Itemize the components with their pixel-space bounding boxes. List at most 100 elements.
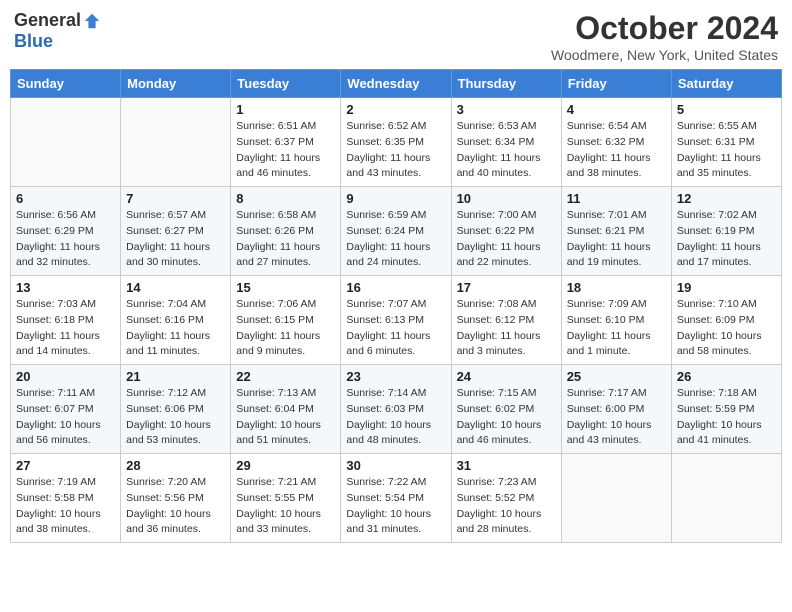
calendar-cell: 19Sunrise: 7:10 AM Sunset: 6:09 PM Dayli… xyxy=(671,276,781,365)
day-number: 14 xyxy=(126,280,225,295)
calendar-cell xyxy=(11,98,121,187)
calendar-cell: 12 Sunrise: 7:02 AM Sunset: 6:19 PM Dayli… xyxy=(671,187,781,276)
day-detail: Sunrise: 6:53 AM Sunset: 6:34 PM Dayligh… xyxy=(457,119,556,182)
day-number: 6 xyxy=(16,191,115,206)
calendar-week-row: 6Sunrise: 6:56 AM Sunset: 6:29 PM Daylig… xyxy=(11,187,782,276)
day-number: 10 xyxy=(457,191,556,206)
day-detail: Sunrise: 7:22 AM Sunset: 5:54 PM Dayligh… xyxy=(346,475,445,538)
calendar-week-row: 13 Sunrise: 7:03 AM Sunset: 6:18 PM Dayli… xyxy=(11,276,782,365)
day-of-week-header: Thursday xyxy=(451,70,561,98)
day-number: 20 xyxy=(16,369,115,384)
day-detail: Sunrise: 6:51 AM Sunset: 6:37 PM Dayligh… xyxy=(236,119,335,182)
calendar-cell: 27Sunrise: 7:19 AM Sunset: 5:58 PM Dayli… xyxy=(11,454,121,543)
day-detail: Sunrise: 7:03 AM Sunset: 6:18 PM Dayligh… xyxy=(16,297,115,360)
day-of-week-header: Friday xyxy=(561,70,671,98)
calendar-week-row: 1 Sunrise: 6:51 AM Sunset: 6:37 PM Daylig… xyxy=(11,98,782,187)
day-of-week-header: Wednesday xyxy=(341,70,451,98)
calendar-cell: 13 Sunrise: 7:03 AM Sunset: 6:18 PM Dayli… xyxy=(11,276,121,365)
logo-blue-text: Blue xyxy=(14,31,53,52)
calendar-cell: 5 Sunrise: 6:55 AM Sunset: 6:31 PM Daylig… xyxy=(671,98,781,187)
calendar-cell xyxy=(561,454,671,543)
day-of-week-header: Saturday xyxy=(671,70,781,98)
day-number: 11 xyxy=(567,191,666,206)
calendar-cell: 15 Sunrise: 7:06 AM Sunset: 6:15 PM Dayli… xyxy=(231,276,341,365)
day-detail: Sunrise: 7:11 AM Sunset: 6:07 PM Dayligh… xyxy=(16,386,115,449)
day-detail: Sunrise: 7:06 AM Sunset: 6:15 PM Dayligh… xyxy=(236,297,335,360)
calendar-cell: 7 Sunrise: 6:57 AM Sunset: 6:27 PM Daylig… xyxy=(121,187,231,276)
day-detail: Sunrise: 7:01 AM Sunset: 6:21 PM Dayligh… xyxy=(567,208,666,271)
calendar-cell: 3 Sunrise: 6:53 AM Sunset: 6:34 PM Daylig… xyxy=(451,98,561,187)
day-number: 22 xyxy=(236,369,335,384)
calendar-cell xyxy=(121,98,231,187)
calendar-cell: 29 Sunrise: 7:21 AM Sunset: 5:55 PM Dayli… xyxy=(231,454,341,543)
day-number: 30 xyxy=(346,458,445,473)
calendar-cell: 17Sunrise: 7:08 AM Sunset: 6:12 PM Dayli… xyxy=(451,276,561,365)
day-of-week-header: Monday xyxy=(121,70,231,98)
day-detail: Sunrise: 7:09 AM Sunset: 6:10 PM Dayligh… xyxy=(567,297,666,360)
calendar-cell: 22 Sunrise: 7:13 AM Sunset: 6:04 PM Dayli… xyxy=(231,365,341,454)
calendar-cell: 30 Sunrise: 7:22 AM Sunset: 5:54 PM Dayli… xyxy=(341,454,451,543)
day-detail: Sunrise: 7:17 AM Sunset: 6:00 PM Dayligh… xyxy=(567,386,666,449)
day-detail: Sunrise: 6:52 AM Sunset: 6:35 PM Dayligh… xyxy=(346,119,445,182)
calendar-cell: 26 Sunrise: 7:18 AM Sunset: 5:59 PM Dayli… xyxy=(671,365,781,454)
calendar-cell: 18Sunrise: 7:09 AM Sunset: 6:10 PM Dayli… xyxy=(561,276,671,365)
calendar-cell: 20 Sunrise: 7:11 AM Sunset: 6:07 PM Dayli… xyxy=(11,365,121,454)
calendar-cell: 9Sunrise: 6:59 AM Sunset: 6:24 PM Daylig… xyxy=(341,187,451,276)
calendar-cell: 4 Sunrise: 6:54 AM Sunset: 6:32 PM Daylig… xyxy=(561,98,671,187)
day-of-week-header: Tuesday xyxy=(231,70,341,98)
day-detail: Sunrise: 7:12 AM Sunset: 6:06 PM Dayligh… xyxy=(126,386,225,449)
day-number: 29 xyxy=(236,458,335,473)
day-number: 12 xyxy=(677,191,776,206)
day-detail: Sunrise: 6:54 AM Sunset: 6:32 PM Dayligh… xyxy=(567,119,666,182)
calendar-header-row: SundayMondayTuesdayWednesdayThursdayFrid… xyxy=(11,70,782,98)
day-detail: Sunrise: 7:02 AM Sunset: 6:19 PM Dayligh… xyxy=(677,208,776,271)
day-detail: Sunrise: 6:55 AM Sunset: 6:31 PM Dayligh… xyxy=(677,119,776,182)
logo-general-text: General xyxy=(14,10,81,31)
day-number: 4 xyxy=(567,102,666,117)
calendar-cell: 23Sunrise: 7:14 AM Sunset: 6:03 PM Dayli… xyxy=(341,365,451,454)
calendar-cell: 25 Sunrise: 7:17 AM Sunset: 6:00 PM Dayli… xyxy=(561,365,671,454)
day-number: 28 xyxy=(126,458,225,473)
day-detail: Sunrise: 7:07 AM Sunset: 6:13 PM Dayligh… xyxy=(346,297,445,360)
calendar-cell: 11 Sunrise: 7:01 AM Sunset: 6:21 PM Dayli… xyxy=(561,187,671,276)
day-detail: Sunrise: 6:58 AM Sunset: 6:26 PM Dayligh… xyxy=(236,208,335,271)
calendar-week-row: 20 Sunrise: 7:11 AM Sunset: 6:07 PM Dayli… xyxy=(11,365,782,454)
calendar-cell: 21 Sunrise: 7:12 AM Sunset: 6:06 PM Dayli… xyxy=(121,365,231,454)
day-detail: Sunrise: 7:18 AM Sunset: 5:59 PM Dayligh… xyxy=(677,386,776,449)
calendar-cell: 14 Sunrise: 7:04 AM Sunset: 6:16 PM Dayli… xyxy=(121,276,231,365)
day-detail: Sunrise: 7:20 AM Sunset: 5:56 PM Dayligh… xyxy=(126,475,225,538)
calendar-cell: 2 Sunrise: 6:52 AM Sunset: 6:35 PM Daylig… xyxy=(341,98,451,187)
calendar-cell: 6Sunrise: 6:56 AM Sunset: 6:29 PM Daylig… xyxy=(11,187,121,276)
day-number: 27 xyxy=(16,458,115,473)
calendar-cell: 1 Sunrise: 6:51 AM Sunset: 6:37 PM Daylig… xyxy=(231,98,341,187)
location: Woodmere, New York, United States xyxy=(551,47,778,63)
day-number: 2 xyxy=(346,102,445,117)
day-number: 26 xyxy=(677,369,776,384)
calendar-cell: 10 Sunrise: 7:00 AM Sunset: 6:22 PM Dayli… xyxy=(451,187,561,276)
day-number: 17 xyxy=(457,280,556,295)
calendar-cell: 16Sunrise: 7:07 AM Sunset: 6:13 PM Dayli… xyxy=(341,276,451,365)
day-number: 13 xyxy=(16,280,115,295)
day-detail: Sunrise: 7:00 AM Sunset: 6:22 PM Dayligh… xyxy=(457,208,556,271)
day-detail: Sunrise: 6:57 AM Sunset: 6:27 PM Dayligh… xyxy=(126,208,225,271)
month-title: October 2024 xyxy=(551,10,778,47)
logo-icon xyxy=(83,12,101,30)
day-number: 3 xyxy=(457,102,556,117)
day-detail: Sunrise: 7:04 AM Sunset: 6:16 PM Dayligh… xyxy=(126,297,225,360)
calendar-cell: 28 Sunrise: 7:20 AM Sunset: 5:56 PM Dayli… xyxy=(121,454,231,543)
day-number: 1 xyxy=(236,102,335,117)
day-number: 31 xyxy=(457,458,556,473)
day-number: 21 xyxy=(126,369,225,384)
day-number: 25 xyxy=(567,369,666,384)
title-block: October 2024 Woodmere, New York, United … xyxy=(551,10,778,63)
day-number: 5 xyxy=(677,102,776,117)
day-detail: Sunrise: 7:14 AM Sunset: 6:03 PM Dayligh… xyxy=(346,386,445,449)
day-detail: Sunrise: 7:15 AM Sunset: 6:02 PM Dayligh… xyxy=(457,386,556,449)
day-number: 15 xyxy=(236,280,335,295)
day-detail: Sunrise: 7:13 AM Sunset: 6:04 PM Dayligh… xyxy=(236,386,335,449)
day-detail: Sunrise: 7:21 AM Sunset: 5:55 PM Dayligh… xyxy=(236,475,335,538)
day-number: 8 xyxy=(236,191,335,206)
day-number: 19 xyxy=(677,280,776,295)
page-header: General Blue October 2024 Woodmere, New … xyxy=(10,10,782,63)
day-number: 7 xyxy=(126,191,225,206)
